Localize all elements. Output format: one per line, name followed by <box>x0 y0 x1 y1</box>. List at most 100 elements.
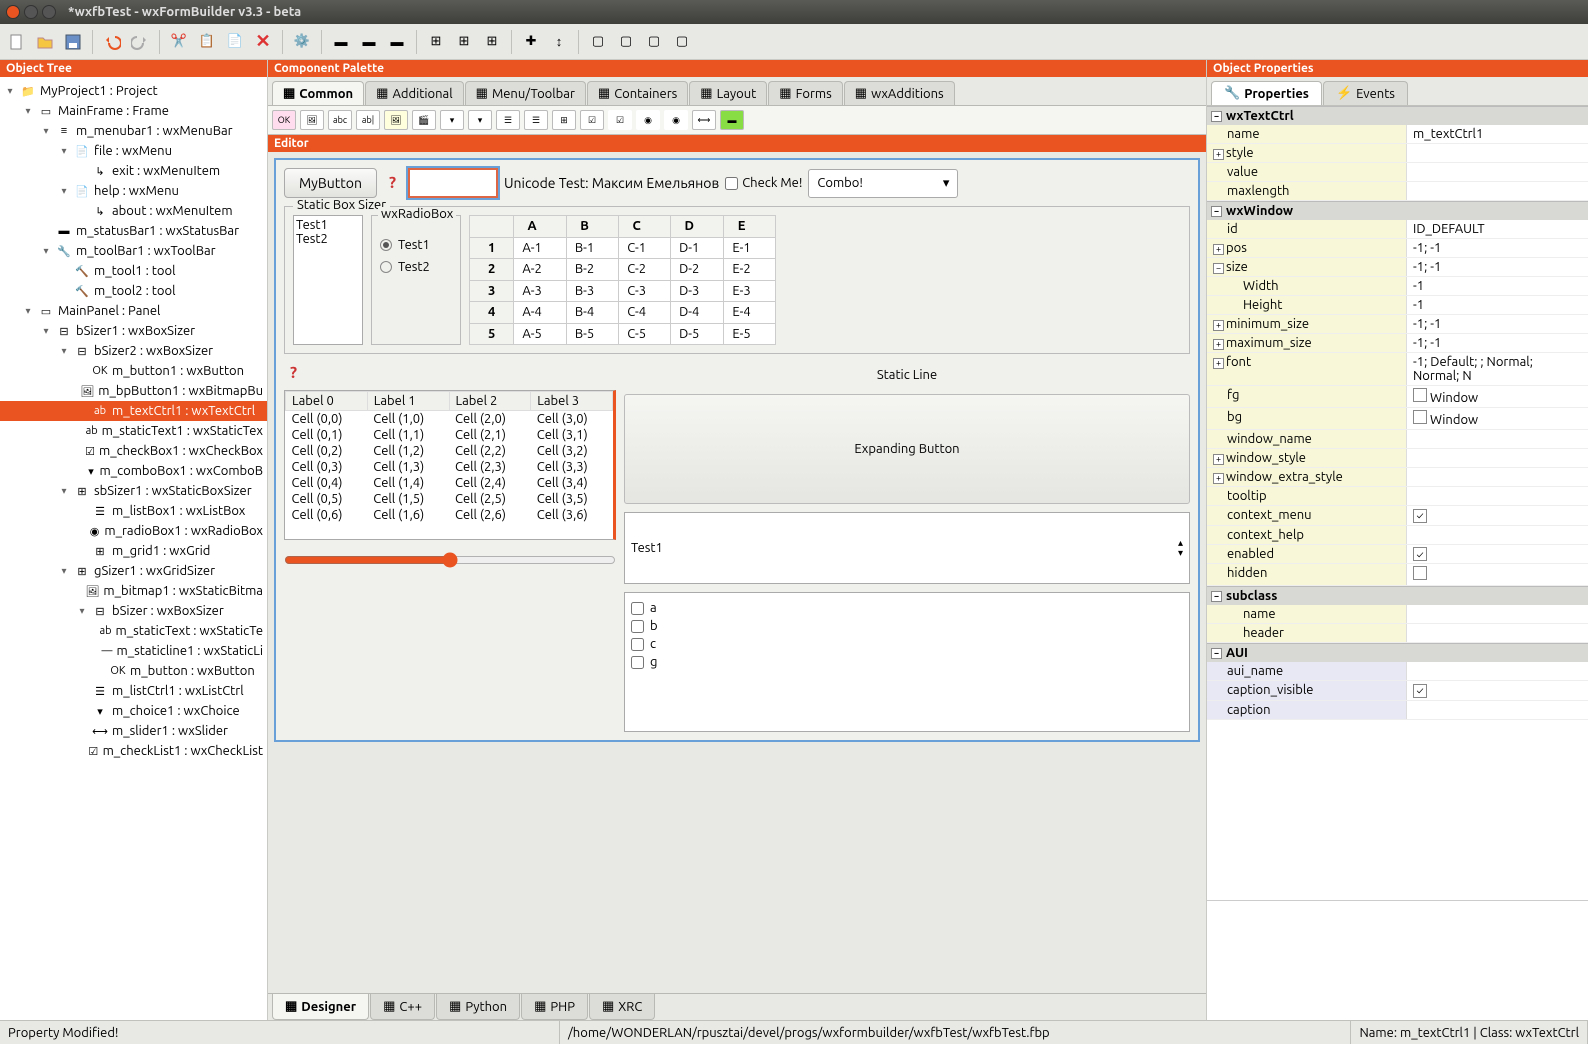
pal-radio-button-icon[interactable]: ◉ <box>636 110 660 130</box>
combo-box[interactable]: Combo!▾ <box>808 169 958 198</box>
list-item[interactable]: Test1 <box>296 218 360 232</box>
checklist-item[interactable]: a <box>631 599 1183 617</box>
tree-node[interactable]: 🔨m_tool2 : tool <box>0 281 267 301</box>
radio-test1[interactable]: Test1 <box>380 234 452 256</box>
palette-tab-common[interactable]: ▦Common <box>272 81 364 105</box>
tree-node[interactable]: ▾⊞gSizer1 : wxGridSizer <box>0 561 267 581</box>
tree-node[interactable]: ▬m_statusBar1 : wxStatusBar <box>0 221 267 241</box>
pal-listbox-icon[interactable]: ☰ <box>496 110 520 130</box>
cut-icon[interactable]: ✂️ <box>166 29 192 55</box>
layout2-icon[interactable]: ⊞ <box>451 29 477 55</box>
list-box[interactable]: Test1Test2 <box>293 215 363 345</box>
events-tab[interactable]: ⚡Events <box>1323 81 1408 105</box>
pal-bitmap-button-icon[interactable]: 🖼 <box>300 110 324 130</box>
property-grid[interactable]: −wxTextCtrl namem_textCtrl1 +style value… <box>1207 106 1588 900</box>
view-tab-designer[interactable]: ▦Designer <box>272 994 369 1020</box>
generate-icon[interactable]: ⚙️ <box>289 29 315 55</box>
prop-size-value[interactable]: -1; -1 <box>1407 258 1588 276</box>
prop-subheader-value[interactable] <box>1407 624 1588 642</box>
prop-auiname-value[interactable] <box>1407 662 1588 680</box>
pal-checklist-icon[interactable]: ☑ <box>580 110 604 130</box>
border3-icon[interactable]: ▢ <box>641 29 667 55</box>
pal-gauge-icon[interactable]: ▬ <box>720 110 744 130</box>
pal-choice-icon[interactable]: ▾ <box>468 110 492 130</box>
grid-table[interactable]: ABCDE1A-1B-1C-1D-1E-12A-2B-2C-2D-2E-23A-… <box>469 215 776 345</box>
align-right-icon[interactable]: ▬ <box>384 29 410 55</box>
prop-value-value[interactable] <box>1407 163 1588 181</box>
checklist-item[interactable]: g <box>631 653 1183 671</box>
tree-node[interactable]: ▾▭MainPanel : Panel <box>0 301 267 321</box>
my-button[interactable]: MyButton <box>284 168 377 198</box>
properties-tab[interactable]: 🔧Properties <box>1211 81 1322 105</box>
prop-maxlength-value[interactable] <box>1407 182 1588 200</box>
slider[interactable] <box>284 552 616 568</box>
align-center-icon[interactable]: ▬ <box>356 29 382 55</box>
tree-node[interactable]: ▾📁MyProject1 : Project <box>0 81 267 101</box>
window-maximize-icon[interactable] <box>42 5 56 19</box>
list-item[interactable]: Test2 <box>296 232 360 246</box>
prop-wname-value[interactable] <box>1407 430 1588 448</box>
prop-ctxmenu-value[interactable]: ✓ <box>1407 506 1588 525</box>
tree-node[interactable]: ▾📄help : wxMenu <box>0 181 267 201</box>
prop-style-value[interactable] <box>1407 144 1588 162</box>
layout1-icon[interactable]: ⊞ <box>423 29 449 55</box>
pal-static-text-icon[interactable]: abc <box>328 110 352 130</box>
pal-grid-icon[interactable]: ⊞ <box>552 110 576 130</box>
palette-tab-menu/toolbar[interactable]: ▦Menu/Toolbar <box>465 81 586 105</box>
palette-tab-forms[interactable]: ▦Forms <box>768 81 843 105</box>
help-icon[interactable]: ? <box>383 174 402 192</box>
tree-node[interactable]: ▾📄file : wxMenu <box>0 141 267 161</box>
palette-tab-containers[interactable]: ▦Containers <box>587 81 688 105</box>
tree-node[interactable]: abm_textCtrl1 : wxTextCtrl <box>0 401 267 421</box>
pal-combo-icon[interactable]: ▾ <box>440 110 464 130</box>
open-file-icon[interactable] <box>32 29 58 55</box>
tree-node[interactable]: ◉m_radioBox1 : wxRadioBox <box>0 521 267 541</box>
tree-node[interactable]: ☰m_listBox1 : wxListBox <box>0 501 267 521</box>
check-me-checkbox[interactable]: Check Me! <box>725 176 802 190</box>
prop-ctxhelp-value[interactable] <box>1407 526 1588 544</box>
pal-checkbox-icon[interactable]: ☑ <box>608 110 632 130</box>
prop-wstyle-value[interactable] <box>1407 449 1588 467</box>
checklist-item[interactable]: b <box>631 617 1183 635</box>
tree-node[interactable]: ☑m_checkBox1 : wxCheckBox <box>0 441 267 461</box>
checklist-item[interactable]: c <box>631 635 1183 653</box>
tree-node[interactable]: ▾⊟bSizer : wxBoxSizer <box>0 601 267 621</box>
prop-caption-value[interactable] <box>1407 701 1588 719</box>
align-left-icon[interactable]: ▬ <box>328 29 354 55</box>
tree-node[interactable]: ▾⊞sbSizer1 : wxStaticBoxSizer <box>0 481 267 501</box>
pal-listctrl-icon[interactable]: ☰ <box>524 110 548 130</box>
tree-node[interactable]: ▾m_comboBox1 : wxComboB <box>0 461 267 481</box>
border4-icon[interactable]: ▢ <box>669 29 695 55</box>
prop-height-value[interactable]: -1 <box>1407 296 1588 314</box>
prop-minsize-value[interactable]: -1; -1 <box>1407 315 1588 333</box>
tree-node[interactable]: ▾▭MainFrame : Frame <box>0 101 267 121</box>
tree-node[interactable]: ↳about : wxMenuItem <box>0 201 267 221</box>
pal-slider-icon[interactable]: ⟷ <box>692 110 716 130</box>
tree-node[interactable]: ▾⊟bSizer2 : wxBoxSizer <box>0 341 267 361</box>
palette-tab-layout[interactable]: ▦Layout <box>689 81 767 105</box>
paste-icon[interactable]: 📄 <box>222 29 248 55</box>
prop-capvis-value[interactable]: ✓ <box>1407 681 1588 700</box>
tree-node[interactable]: ▾🔧m_toolBar1 : wxToolBar <box>0 241 267 261</box>
copy-icon[interactable]: 📋 <box>194 29 220 55</box>
prop-font-value[interactable]: -1; Default; ; Normal; Normal; N <box>1407 353 1588 385</box>
radio-test2[interactable]: Test2 <box>380 256 452 278</box>
border1-icon[interactable]: ▢ <box>585 29 611 55</box>
pal-animation-icon[interactable]: 🎬 <box>412 110 436 130</box>
layout3-icon[interactable]: ⊞ <box>479 29 505 55</box>
palette-tab-additional[interactable]: ▦Additional <box>365 81 464 105</box>
prop-id-value[interactable]: ID_DEFAULT <box>1407 220 1588 238</box>
tree-node[interactable]: ☑m_checkList1 : wxCheckList <box>0 741 267 761</box>
new-file-icon[interactable] <box>4 29 30 55</box>
redo-icon[interactable] <box>127 29 153 55</box>
expanding-button[interactable]: Expanding Button <box>624 394 1190 504</box>
undo-icon[interactable] <box>99 29 125 55</box>
view-tab-xrc[interactable]: ▦XRC <box>589 994 655 1020</box>
prop-bg-value[interactable]: Window <box>1407 408 1588 429</box>
editor-canvas[interactable]: MyButton ? Unicode Test: Максим Емельяно… <box>268 152 1206 993</box>
tree-node[interactable]: 🖼m_bitmap1 : wxStaticBitma <box>0 581 267 601</box>
tree-node[interactable]: ↳exit : wxMenuItem <box>0 161 267 181</box>
choice-control[interactable]: Test1▴▾ <box>624 512 1190 584</box>
prop-tooltip-value[interactable] <box>1407 487 1588 505</box>
tree-node[interactable]: ▾⊟bSizer1 : wxBoxSizer <box>0 321 267 341</box>
